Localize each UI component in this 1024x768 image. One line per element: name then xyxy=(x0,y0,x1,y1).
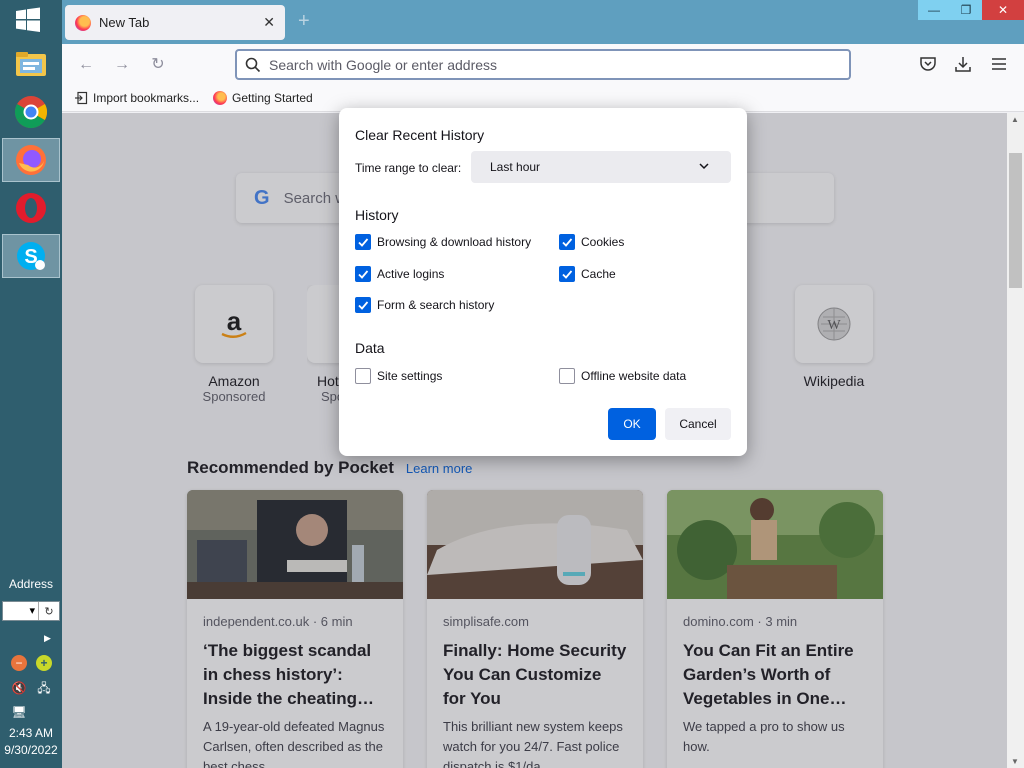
expand-arrow-icon[interactable]: ▶ xyxy=(44,633,51,644)
back-arrow-icon[interactable]: ← xyxy=(76,55,96,75)
file-explorer-icon[interactable] xyxy=(2,42,60,86)
checkbox-label: Offline website data xyxy=(581,369,687,383)
checkbox-offline-data[interactable]: Offline website data xyxy=(559,368,686,384)
chevron-down-icon xyxy=(699,163,709,170)
forward-arrow-icon[interactable]: → xyxy=(112,55,132,75)
close-window-button[interactable]: ✕ xyxy=(982,0,1024,20)
title-bar: New Tab ✕ + — ❐ ✕ xyxy=(62,0,1024,44)
checkbox-browsing-history[interactable]: Browsing & download history xyxy=(355,234,531,250)
address-toolbar-label: Address xyxy=(8,577,54,591)
clock-date[interactable]: 9/30/2022 xyxy=(0,743,62,757)
checkmark-icon[interactable] xyxy=(355,266,371,282)
checkmark-icon[interactable] xyxy=(355,297,371,313)
checkbox-cache[interactable]: Cache xyxy=(559,266,616,282)
refresh-icon[interactable]: ↻ xyxy=(39,605,59,618)
volume-muted-icon[interactable]: 🔇 xyxy=(11,680,27,696)
opera-icon[interactable] xyxy=(2,186,60,230)
checkbox-form-history[interactable]: Form & search history xyxy=(355,297,494,313)
import-icon xyxy=(75,91,88,105)
clock-time[interactable]: 2:43 AM xyxy=(0,726,62,740)
scroll-up-icon[interactable]: ▲ xyxy=(1011,115,1019,124)
close-tab-icon[interactable]: ✕ xyxy=(263,14,275,31)
hamburger-menu-icon[interactable] xyxy=(990,55,1010,75)
pocket-icon[interactable] xyxy=(919,55,939,75)
tray-plus-icon[interactable]: + xyxy=(36,655,52,671)
checkbox-empty[interactable] xyxy=(355,368,371,384)
new-tab-button[interactable]: + xyxy=(298,10,310,33)
windows-start-icon[interactable] xyxy=(14,6,44,34)
checkbox-cookies[interactable]: Cookies xyxy=(559,234,624,250)
chevron-down-icon[interactable]: ▾ xyxy=(3,602,39,620)
minimize-button[interactable]: — xyxy=(918,0,950,20)
network-icon[interactable]: 🖧 xyxy=(36,680,52,696)
tab-title: New Tab xyxy=(99,15,150,30)
checkmark-icon[interactable] xyxy=(559,234,575,250)
checkbox-label: Active logins xyxy=(377,267,445,281)
checkmark-icon[interactable] xyxy=(559,266,575,282)
ok-button[interactable]: OK xyxy=(608,408,656,440)
skype-icon[interactable]: S xyxy=(2,234,60,278)
bookmark-getting-started[interactable]: Getting Started xyxy=(213,91,313,105)
time-range-value: Last hour xyxy=(490,160,541,174)
clear-history-dialog: Clear Recent History Time range to clear… xyxy=(339,108,747,456)
history-heading: History xyxy=(355,207,399,223)
scroll-down-icon[interactable]: ▼ xyxy=(1011,757,1019,766)
scrollbar-thumb[interactable] xyxy=(1009,153,1022,288)
windows-taskbar: S Address ▾ ↻ ▶ − + 🔇 🖧 🖥 2:43 AM 9/30/2… xyxy=(0,0,62,768)
dialog-title: Clear Recent History xyxy=(355,127,485,143)
checkbox-label: Form & search history xyxy=(377,298,495,312)
bookmark-import[interactable]: Import bookmarks... xyxy=(74,91,199,105)
address-toolbar-input[interactable]: ▾ ↻ xyxy=(2,601,60,621)
checkbox-site-settings[interactable]: Site settings xyxy=(355,368,442,384)
checkmark-icon[interactable] xyxy=(355,234,371,250)
checkbox-empty[interactable] xyxy=(559,368,575,384)
cancel-button[interactable]: Cancel xyxy=(665,408,731,440)
data-heading: Data xyxy=(355,340,385,356)
reload-icon[interactable]: ↻ xyxy=(148,55,168,75)
restore-button[interactable]: ❐ xyxy=(950,0,982,20)
checkbox-label: Site settings xyxy=(377,369,443,383)
time-range-label: Time range to clear: xyxy=(355,161,462,175)
checkbox-active-logins[interactable]: Active logins xyxy=(355,266,444,282)
navigation-toolbar: ← → ↻ xyxy=(62,44,1024,86)
checkbox-label: Browsing & download history xyxy=(377,235,532,249)
firefox-favicon-icon xyxy=(213,91,227,105)
url-bar[interactable] xyxy=(235,49,851,80)
tab-new-tab[interactable]: New Tab ✕ xyxy=(65,5,285,40)
network-error-icon[interactable]: 🖥 xyxy=(11,704,27,720)
bookmark-label: Import bookmarks... xyxy=(93,91,200,105)
time-range-select[interactable]: Last hour xyxy=(471,151,731,183)
tray-minus-icon[interactable]: − xyxy=(11,655,27,671)
firefox-icon[interactable] xyxy=(2,138,60,182)
checkbox-label: Cookies xyxy=(581,235,625,249)
search-icon xyxy=(245,57,261,72)
downloads-icon[interactable] xyxy=(954,55,974,75)
url-input[interactable] xyxy=(269,56,829,73)
checkbox-label: Cache xyxy=(581,267,616,281)
vertical-scrollbar[interactable]: ▲ ▼ xyxy=(1007,113,1024,768)
chrome-icon[interactable] xyxy=(2,90,60,134)
bookmark-label: Getting Started xyxy=(232,91,313,105)
firefox-favicon-icon xyxy=(75,14,91,31)
